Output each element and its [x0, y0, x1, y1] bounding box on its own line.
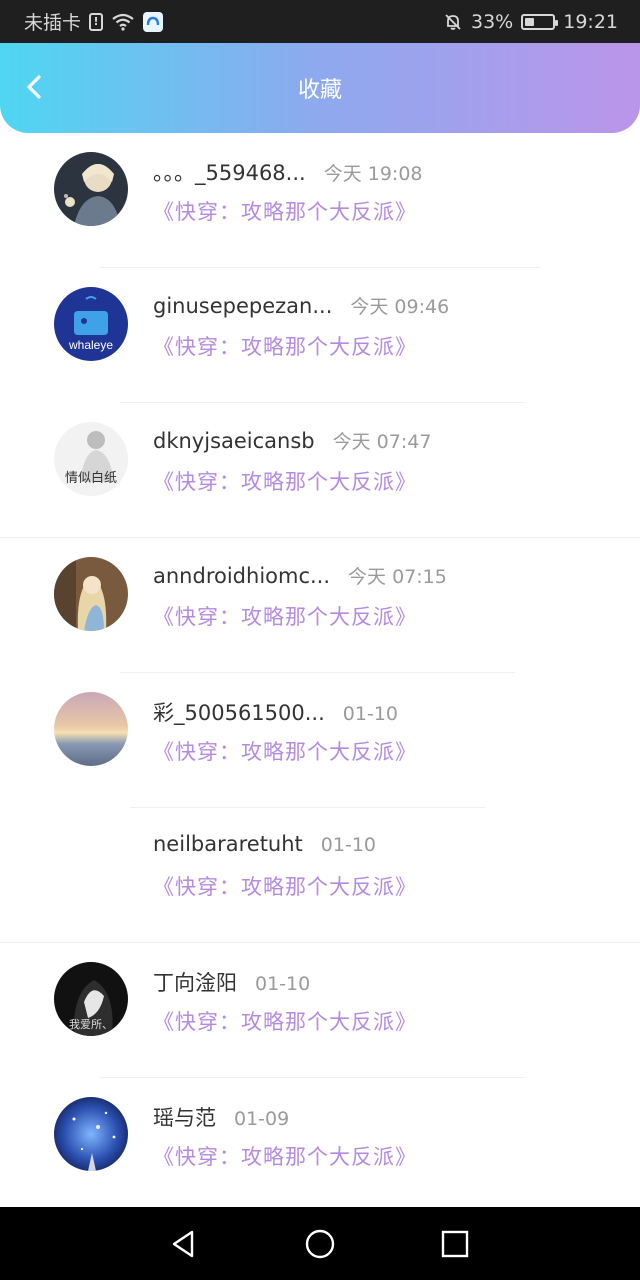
avatar[interactable] [54, 827, 128, 901]
book-title[interactable]: 《快穿：攻略那个大反派》 [153, 1141, 417, 1171]
user-name: 彩_500561500... [153, 701, 325, 725]
header: 收藏 [0, 43, 640, 133]
user-name: 。。。_559468... [153, 161, 306, 185]
book-title[interactable]: 《快穿：攻略那个大反派》 [153, 331, 417, 361]
book-title[interactable]: 《快穿：攻略那个大反派》 [153, 466, 417, 496]
sim-alert-icon: ! [89, 12, 104, 31]
timestamp: 今天 09:46 [350, 296, 450, 318]
timestamp: 今天 19:08 [323, 163, 423, 185]
list-item[interactable]: 情似白纸 dknyjsaeicansb 今天 07:47 《快穿：攻略那个大反派… [0, 403, 640, 538]
user-name: dknyjsaeicansb [153, 429, 315, 453]
list-item[interactable]: whaleye ginusepepezan... 今天 09:46 《快穿：攻略… [0, 268, 640, 403]
avatar[interactable] [54, 152, 128, 226]
back-button[interactable] [16, 69, 52, 105]
avatar[interactable] [54, 1097, 128, 1171]
book-title[interactable]: 《快穿：攻略那个大反派》 [153, 196, 417, 226]
navigation-bar [0, 1207, 640, 1280]
battery-percent: 33% [471, 10, 514, 33]
user-name: anndroidhiomc... [153, 564, 331, 588]
chevron-left-icon [27, 75, 41, 99]
name-row: anndroidhiomc... 今天 07:15 [153, 562, 447, 589]
name-row: 彩_500561500... 01-10 [153, 697, 398, 727]
user-name: neilbararetuht [153, 832, 303, 856]
timestamp: 今天 07:15 [348, 566, 447, 588]
back-triangle-icon[interactable] [166, 1227, 200, 1261]
home-circle-icon[interactable] [303, 1227, 337, 1261]
name-row: dknyjsaeicansb 今天 07:47 [153, 427, 431, 454]
list-item[interactable]: 瑶与范 01-09 《快穿：攻略那个大反派》 [0, 1078, 640, 1207]
recents-square-icon[interactable] [438, 1227, 472, 1261]
battery-level [525, 17, 534, 26]
avatar-text: 我爱所、 [69, 1018, 113, 1031]
list-item[interactable]: anndroidhiomc... 今天 07:15 《快穿：攻略那个大反派》 [0, 538, 640, 673]
status-left: 未插卡 ! [24, 8, 164, 35]
favorites-list: 。。。_559468... 今天 19:08 《快穿：攻略那个大反派》 whal… [0, 133, 640, 1207]
carrier-label: 未插卡 [24, 12, 82, 34]
book-title[interactable]: 《快穿：攻略那个大反派》 [153, 871, 417, 901]
page-title: 收藏 [297, 78, 342, 103]
name-row: 瑶与范 01-09 [153, 1102, 289, 1132]
mute-bell-icon [445, 13, 461, 30]
avatar-text: whaleye [68, 338, 113, 352]
avatar-text: 情似白纸 [65, 470, 117, 486]
avatar[interactable]: 情似白纸 [54, 422, 128, 496]
list-item[interactable]: 。。。_559468... 今天 19:08 《快穿：攻略那个大反派》 [0, 133, 640, 268]
app-badge-icon [143, 11, 164, 32]
user-name: 瑶与范 [153, 1106, 216, 1130]
status-right: 33% 19:21 [443, 11, 618, 33]
wifi-icon [112, 13, 134, 31]
name-row: 丁向淦阳 01-10 [153, 967, 310, 997]
list-item[interactable]: 彩_500561500... 01-10 《快穿：攻略那个大反派》 [0, 673, 640, 808]
book-title[interactable]: 《快穿：攻略那个大反派》 [153, 601, 417, 631]
book-title[interactable]: 《快穿：攻略那个大反派》 [153, 736, 417, 766]
clock: 19:21 [563, 10, 618, 33]
name-row: ginusepepezan... 今天 09:46 [153, 292, 449, 319]
list-item[interactable]: 我爱所、 丁向淦阳 01-10 《快穿：攻略那个大反派》 [0, 943, 640, 1078]
name-row: 。。。_559468... 今天 19:08 [153, 157, 423, 187]
timestamp: 01-10 [320, 834, 376, 856]
avatar[interactable]: whaleye [54, 287, 128, 361]
user-name: ginusepepezan... [153, 294, 333, 318]
avatar[interactable] [54, 692, 128, 766]
list-item[interactable]: neilbararetuht 01-10 《快穿：攻略那个大反派》 [0, 808, 640, 943]
timestamp: 01-10 [255, 973, 311, 995]
book-title[interactable]: 《快穿：攻略那个大反派》 [153, 1006, 417, 1036]
avatar[interactable]: 我爱所、 [54, 962, 128, 1036]
timestamp: 01-10 [342, 703, 398, 725]
avatar[interactable] [54, 557, 128, 631]
battery-icon [521, 13, 559, 30]
name-row: neilbararetuht 01-10 [153, 832, 376, 856]
user-name: 丁向淦阳 [153, 971, 237, 995]
timestamp: 今天 07:47 [332, 431, 432, 453]
status-bar: 未插卡 ! 33% 19:21 [0, 0, 640, 43]
timestamp: 01-09 [234, 1108, 290, 1130]
